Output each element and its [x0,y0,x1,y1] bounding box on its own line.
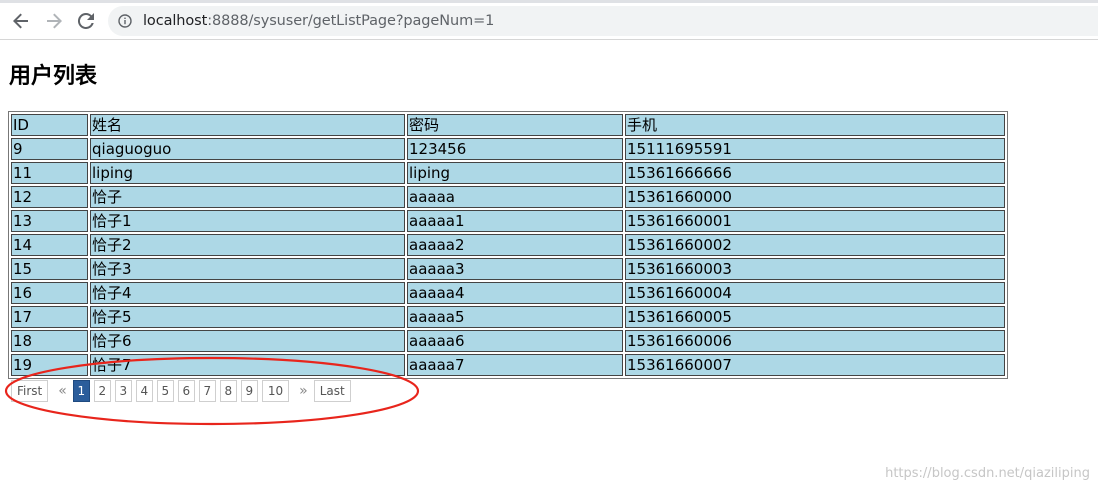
table-row: 14 恰子2 aaaaa2 15361660002 [11,234,1005,256]
arrow-right-icon [47,13,62,29]
cell-id: 13 [11,210,88,232]
first-page-button[interactable]: First [11,380,49,402]
cell-name: 恰子5 [90,306,405,328]
cell-name: liping [90,162,405,184]
cell-phone: 15361666666 [625,162,1005,184]
table-row: 19 恰子7 aaaaa7 15361660007 [11,354,1005,376]
cell-phone: 15111695591 [625,138,1005,160]
page-button-3[interactable]: 3 [114,380,132,402]
cell-phone: 15361660003 [625,258,1005,280]
table-row: 15 恰子3 aaaaa3 15361660003 [11,258,1005,280]
url-text: localhost:8888/sysuser/getListPage?pageN… [143,13,494,29]
page-title: 用户列表 [9,64,98,89]
cell-id: 14 [11,234,88,256]
cell-id: 12 [11,186,88,208]
page-button-4[interactable]: 4 [135,380,153,402]
table-header-row: ID 姓名 密码 手机 [11,114,1005,136]
tab-strip [0,0,1098,3]
cell-phone: 15361660005 [625,306,1005,328]
page-button-1[interactable]: 1 [72,380,90,402]
cell-phone: 15361660001 [625,210,1005,232]
page-button-8[interactable]: 8 [219,380,237,402]
page-button-5[interactable]: 5 [156,380,174,402]
cell-phone: 15361660002 [625,234,1005,256]
pagination: First « 1 2 3 4 5 6 7 8 9 10 » Last [11,379,355,403]
cell-password: 123456 [407,138,623,160]
browser-toolbar: localhost:8888/sysuser/getListPage?pageN… [0,0,1098,40]
page-button-6[interactable]: 6 [177,380,195,402]
header-name: 姓名 [90,114,405,136]
cell-id: 15 [11,258,88,280]
info-icon[interactable] [118,14,132,28]
cell-password: aaaaa [407,186,623,208]
forward-button[interactable] [42,9,66,33]
cell-name: 恰子6 [90,330,405,352]
cell-password: aaaaa2 [407,234,623,256]
cell-id: 9 [11,138,88,160]
cell-password: liping [407,162,623,184]
prev-page-button[interactable]: « [58,383,67,399]
cell-phone: 15361660006 [625,330,1005,352]
cell-name: 恰子4 [90,282,405,304]
back-button[interactable] [9,9,33,33]
user-table: ID 姓名 密码 手机 9 qiaguoguo 123456 151116955… [8,111,1008,379]
url-host: localhost [143,13,208,29]
table-row: 12 恰子 aaaaa 15361660000 [11,186,1005,208]
table-row: 13 恰子1 aaaaa1 15361660001 [11,210,1005,232]
page-button-10[interactable]: 10 [261,380,290,402]
table-row: 17 恰子5 aaaaa5 15361660005 [11,306,1005,328]
reload-button[interactable] [74,9,98,33]
table-row: 9 qiaguoguo 123456 15111695591 [11,138,1005,160]
next-page-button[interactable]: » [299,383,308,399]
address-bar[interactable]: localhost:8888/sysuser/getListPage?pageN… [108,6,1098,36]
cell-id: 17 [11,306,88,328]
cell-password: aaaaa1 [407,210,623,232]
cell-name: 恰子2 [90,234,405,256]
cell-name: 恰子7 [90,354,405,376]
cell-password: aaaaa5 [407,306,623,328]
page-button-9[interactable]: 9 [240,380,258,402]
cell-id: 16 [11,282,88,304]
cell-password: aaaaa3 [407,258,623,280]
cell-password: aaaaa4 [407,282,623,304]
cell-id: 18 [11,330,88,352]
cell-name: 恰子3 [90,258,405,280]
header-id: ID [11,114,88,136]
last-page-button[interactable]: Last [313,380,351,402]
cell-id: 11 [11,162,88,184]
cell-password: aaaaa6 [407,330,623,352]
url-path: :8888/sysuser/getListPage?pageNum=1 [207,13,495,29]
page-button-7[interactable]: 7 [198,380,216,402]
watermark: https://blog.csdn.net/qiaziliping [885,466,1090,481]
cell-phone: 15361660004 [625,282,1005,304]
cell-name: 恰子1 [90,210,405,232]
header-password: 密码 [407,114,623,136]
cell-id: 19 [11,354,88,376]
reload-icon [78,13,94,29]
page-button-2[interactable]: 2 [93,380,111,402]
header-phone: 手机 [625,114,1005,136]
arrow-left-icon [13,13,28,29]
table-row: 18 恰子6 aaaaa6 15361660006 [11,330,1005,352]
cell-phone: 15361660007 [625,354,1005,376]
cell-name: 恰子 [90,186,405,208]
table-row: 11 liping liping 15361666666 [11,162,1005,184]
cell-name: qiaguoguo [90,138,405,160]
cell-phone: 15361660000 [625,186,1005,208]
cell-password: aaaaa7 [407,354,623,376]
table-row: 16 恰子4 aaaaa4 15361660004 [11,282,1005,304]
